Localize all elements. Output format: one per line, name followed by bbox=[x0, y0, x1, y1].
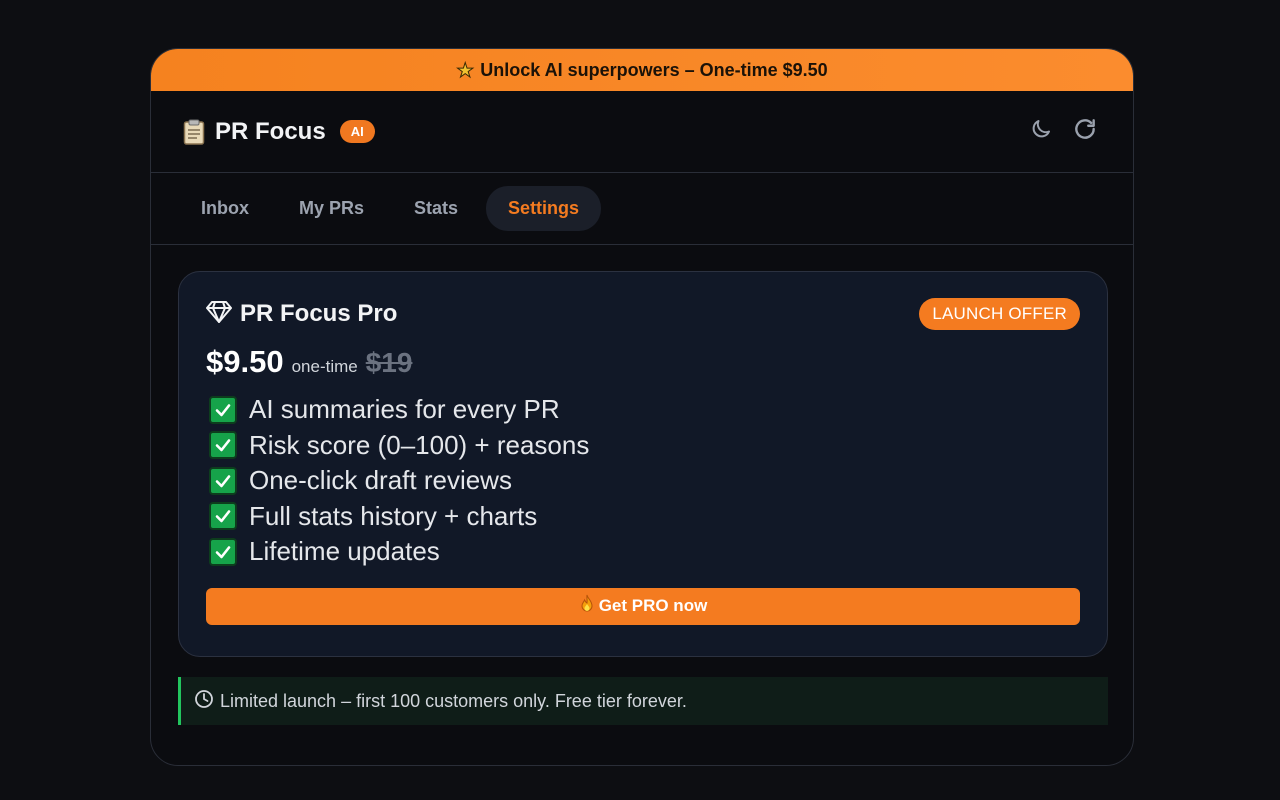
check-icon bbox=[209, 537, 237, 566]
check-icon bbox=[209, 466, 237, 495]
feature-item: One-click draft reviews bbox=[206, 463, 1080, 499]
feature-item: AI summaries for every PR bbox=[206, 392, 1080, 428]
tab-stats[interactable]: Stats bbox=[392, 186, 480, 231]
pro-card-title-wrap: PR Focus Pro bbox=[206, 300, 397, 329]
theme-toggle-button[interactable] bbox=[1027, 118, 1055, 146]
check-icon bbox=[209, 502, 237, 531]
old-price: $19 bbox=[365, 347, 413, 378]
notice-text: Limited launch – first 100 customers onl… bbox=[220, 690, 687, 711]
app-title: PR Focus bbox=[215, 117, 326, 145]
fire-icon bbox=[579, 594, 595, 618]
feature-list: AI summaries for every PR Risk score (0–… bbox=[206, 392, 1080, 570]
feature-text: One-click draft reviews bbox=[249, 465, 512, 496]
feature-text: Full stats history + charts bbox=[249, 500, 538, 531]
launch-notice: Limited launch – first 100 customers onl… bbox=[178, 677, 1108, 725]
star-icon: ★ bbox=[456, 58, 475, 83]
tab-inbox[interactable]: Inbox bbox=[179, 186, 271, 231]
price-row: $9.50 one-time $19 bbox=[206, 344, 1080, 380]
price-note: one-time bbox=[291, 357, 358, 376]
get-pro-label: Get PRO now bbox=[598, 596, 708, 615]
pro-offer-card: PR Focus Pro LAUNCH OFFER $9.50 one-time… bbox=[178, 271, 1108, 657]
feature-item: Lifetime updates bbox=[206, 534, 1080, 570]
moon-icon bbox=[1029, 117, 1053, 146]
refresh-icon bbox=[1072, 116, 1098, 147]
feature-text: AI summaries for every PR bbox=[249, 394, 560, 425]
tab-my-prs[interactable]: My PRs bbox=[277, 186, 386, 231]
clipboard-icon bbox=[183, 119, 205, 145]
tab-settings[interactable]: Settings bbox=[486, 186, 602, 231]
pro-card-header: PR Focus Pro LAUNCH OFFER bbox=[206, 298, 1080, 330]
check-icon bbox=[209, 431, 237, 460]
ai-badge: AI bbox=[339, 120, 375, 143]
refresh-button[interactable] bbox=[1071, 118, 1099, 146]
promo-banner[interactable]: ★ Unlock AI superpowers – One-time $9.50 bbox=[151, 49, 1133, 91]
feature-item: Full stats history + charts bbox=[206, 499, 1080, 535]
check-icon bbox=[209, 395, 237, 424]
pro-card-title: PR Focus Pro bbox=[240, 300, 398, 327]
get-pro-button[interactable]: Get PRO now bbox=[206, 587, 1080, 625]
header-actions bbox=[1027, 118, 1099, 146]
promo-banner-text: Unlock AI superpowers – One-time $9.50 bbox=[480, 59, 828, 80]
extension-popup: ★ Unlock AI superpowers – One-time $9.50… bbox=[150, 48, 1134, 766]
feature-text: Risk score (0–100) + reasons bbox=[249, 429, 590, 460]
header: PR Focus AI bbox=[151, 91, 1133, 173]
clock-icon bbox=[194, 689, 214, 714]
launch-offer-badge: LAUNCH OFFER bbox=[919, 298, 1080, 330]
feature-item: Risk score (0–100) + reasons bbox=[206, 428, 1080, 464]
diamond-icon bbox=[206, 300, 232, 329]
feature-text: Lifetime updates bbox=[249, 536, 440, 567]
brand: PR Focus AI bbox=[183, 118, 375, 146]
price: $9.50 bbox=[206, 344, 284, 379]
tab-bar: Inbox My PRs Stats Settings bbox=[151, 173, 1133, 245]
